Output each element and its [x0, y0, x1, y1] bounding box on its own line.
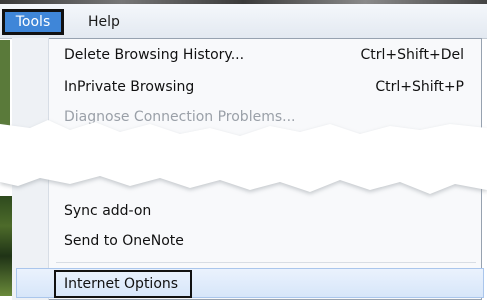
menu-item-shortcut: Ctrl+Shift+P [375, 79, 464, 95]
menu-item-send-to-onenote[interactable]: Send to OneNote [56, 226, 476, 256]
menu-item-label: InPrivate Browsing [64, 79, 195, 95]
menu-item-inprivate-browsing[interactable]: InPrivate Browsing Ctrl+Shift+P [56, 72, 476, 102]
torn-paper-divider [0, 120, 487, 196]
menu-item-label: Send to OneNote [64, 233, 184, 249]
menu-tools[interactable]: Tools [2, 9, 64, 35]
menu-item-label: Sync add-on [64, 203, 152, 219]
page-backdrop-image [0, 196, 12, 296]
menu-item-label: Delete Browsing History... [64, 47, 245, 63]
menu-item-internet-options[interactable]: Internet Options [54, 270, 192, 298]
menu-item-sync-addon[interactable]: Sync add-on [56, 196, 476, 226]
menu-bar: Tools Help [0, 4, 487, 39]
menu-separator [56, 262, 476, 263]
menu-item-shortcut: Ctrl+Shift+Del [360, 47, 464, 63]
menu-item-delete-browsing-history[interactable]: Delete Browsing History... Ctrl+Shift+De… [56, 40, 476, 70]
screenshot-stage: Tools Help Delete Browsing History... Ct… [0, 0, 487, 303]
menu-help[interactable]: Help [80, 9, 128, 35]
